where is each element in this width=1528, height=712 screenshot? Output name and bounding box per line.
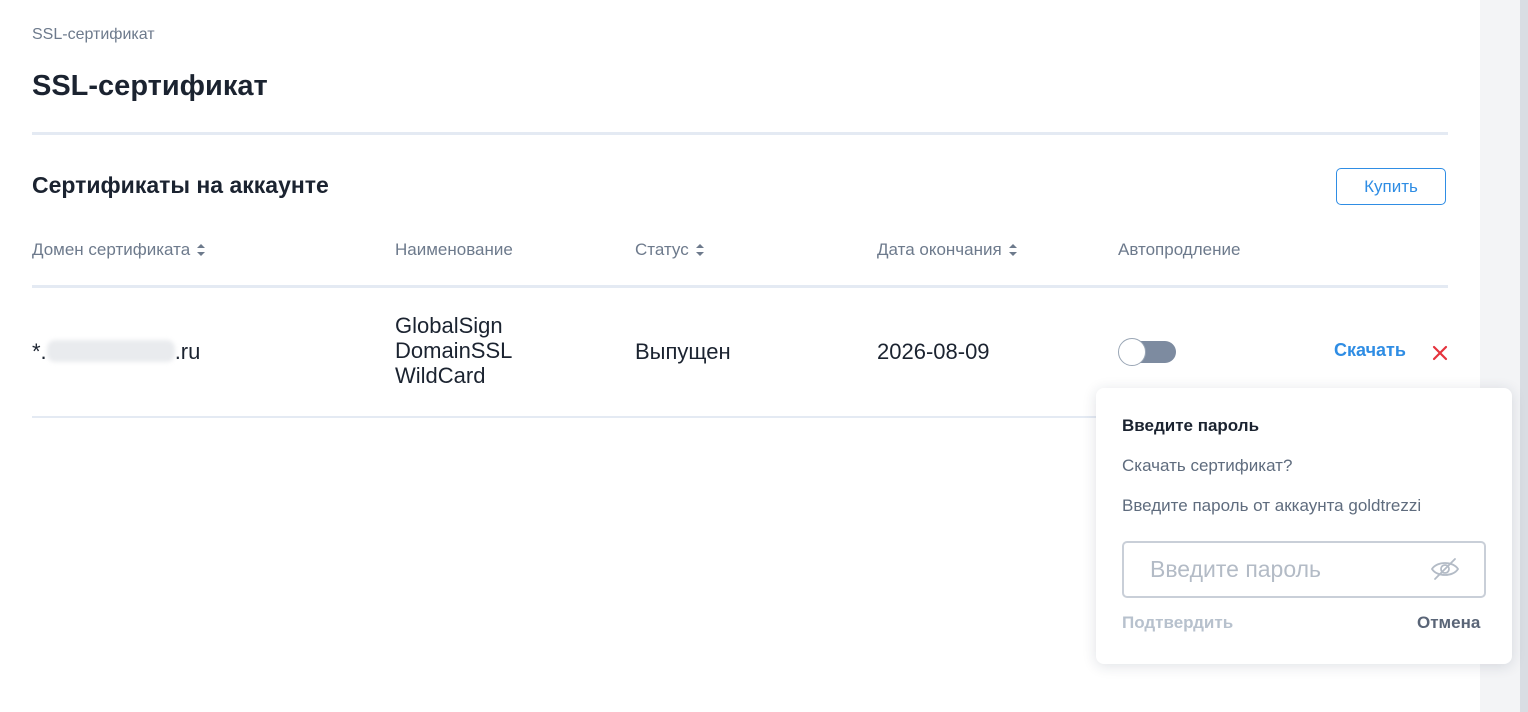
column-header-domain[interactable]: Домен сертификата	[32, 240, 206, 260]
domain-prefix: *.	[32, 339, 47, 364]
scrollbar-thumb[interactable]	[1520, 0, 1528, 712]
redacted-domain	[46, 340, 175, 362]
popover-hint: Введите пароль от аккаунта goldtrezzi	[1122, 496, 1422, 515]
status-cell: Выпущен	[635, 339, 731, 364]
confirm-button[interactable]: Подтвердить	[1122, 613, 1233, 633]
password-input[interactable]	[1124, 543, 1424, 596]
eye-slash-icon[interactable]	[1430, 557, 1460, 586]
column-header-name: Наименование	[395, 240, 513, 260]
domain-cell: *. .ru	[32, 339, 200, 365]
column-header-label: Домен сертификата	[32, 240, 191, 259]
certificate-name-line: DomainSSL	[395, 338, 513, 363]
column-header-status[interactable]: Статус	[635, 240, 705, 260]
close-x-icon[interactable]	[1430, 343, 1450, 368]
domain-suffix: .ru	[174, 339, 201, 364]
download-link[interactable]: Скачать	[1334, 340, 1406, 361]
sort-arrows-icon[interactable]	[196, 242, 206, 258]
popover-title: Введите пароль	[1122, 416, 1260, 435]
cancel-button[interactable]: Отмена	[1417, 613, 1480, 633]
column-header-label: Автопродление	[1118, 240, 1241, 259]
buy-button[interactable]: Купить	[1336, 168, 1446, 205]
popover-question: Скачать сертификат?	[1122, 456, 1293, 475]
table-header-divider	[32, 285, 1448, 288]
sort-arrows-icon[interactable]	[1008, 242, 1018, 258]
certificate-name-cell: GlobalSign DomainSSL WildCard	[395, 313, 512, 388]
page-title: SSL-сертификат	[32, 70, 268, 102]
breadcrumb[interactable]: SSL-сертификат	[32, 26, 155, 44]
expiry-date-cell: 2026-08-09	[877, 339, 990, 364]
section-title: Сертификаты на аккаунте	[32, 172, 329, 198]
title-divider	[32, 132, 1448, 135]
column-header-label: Статус	[635, 240, 689, 259]
column-header-label: Дата окончания	[877, 240, 1002, 259]
toggle-knob	[1118, 338, 1146, 366]
password-popover: Введите пароль Скачать сертификат? Введи…	[1096, 388, 1512, 664]
column-header-autorenew: Автопродление	[1118, 240, 1240, 260]
column-header-expiry[interactable]: Дата окончания	[877, 240, 1018, 260]
password-field-wrapper	[1122, 541, 1486, 598]
autorenew-toggle[interactable]	[1118, 338, 1176, 366]
certificate-name-line: GlobalSign	[395, 313, 503, 338]
column-header-label: Наименование	[395, 240, 513, 259]
sort-arrows-icon[interactable]	[695, 242, 705, 258]
certificate-name-line: WildCard	[395, 363, 486, 388]
